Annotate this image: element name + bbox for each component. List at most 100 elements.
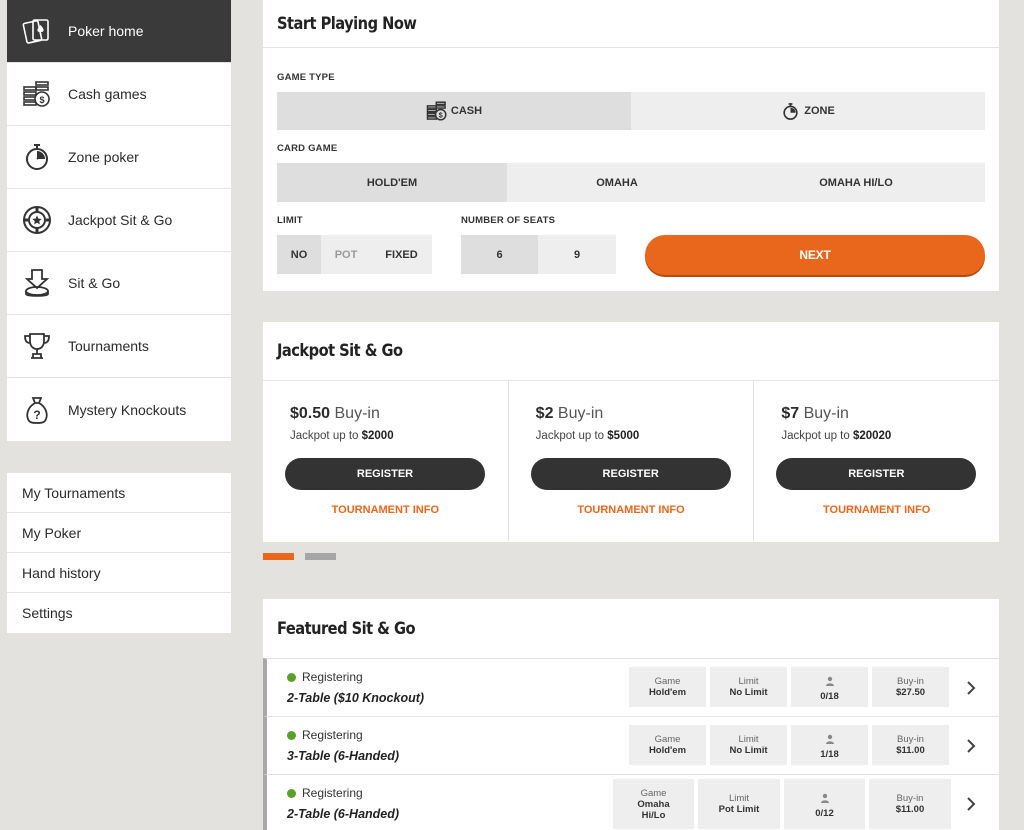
jackpot-amount: Jackpot up to $2000 xyxy=(290,430,394,442)
table-row[interactable]: Registering 2-Table ($10 Knockout) Game H… xyxy=(263,658,999,716)
tournament-info-link[interactable]: TOURNAMENT INFO xyxy=(509,504,754,516)
featured-title: Featured Sit & Go xyxy=(277,618,416,639)
card-game-omaha-hilo[interactable]: OMAHA HI/LO xyxy=(727,163,985,202)
game-type-selector: $ CASH ZONE xyxy=(277,92,985,130)
players-cell: 1/18 xyxy=(791,725,868,765)
limit-label: LIMIT xyxy=(277,215,303,226)
link-my-tournaments[interactable]: My Tournaments xyxy=(7,473,231,513)
seats-label: NUMBER OF SEATS xyxy=(461,215,556,226)
jackpot-card: $0.50 Buy-in Jackpot up to $2000 REGISTE… xyxy=(263,381,509,541)
chevron-right-icon[interactable] xyxy=(965,679,977,697)
game-cell: Game Omaha Hi/Lo xyxy=(613,779,694,829)
card-game-holdem[interactable]: HOLD'EM xyxy=(277,163,507,202)
sidebar-links: My Tournaments My Poker Hand history Set… xyxy=(7,473,231,633)
svg-text:$: $ xyxy=(439,111,443,120)
register-button[interactable]: REGISTER xyxy=(285,458,485,490)
status-badge: Registering xyxy=(287,728,363,742)
limit-pot[interactable]: POT xyxy=(321,235,371,274)
card-game-label: CARD GAME xyxy=(277,143,338,154)
jackpot-card: $2 Buy-in Jackpot up to $5000 REGISTER T… xyxy=(509,381,755,541)
link-my-poker[interactable]: My Poker xyxy=(7,513,231,553)
start-playing-title: Start Playing Now xyxy=(277,13,417,34)
buyin-cell: Buy-in $11.00 xyxy=(872,725,949,765)
poker-cards-icon xyxy=(21,15,53,47)
card-game-omaha[interactable]: OMAHA xyxy=(507,163,727,202)
game-type-zone-label: ZONE xyxy=(804,105,835,117)
stopwatch-icon xyxy=(21,141,53,173)
sidebar-item-zone-poker[interactable]: Zone poker xyxy=(7,126,231,189)
seats-6[interactable]: 6 xyxy=(461,235,538,274)
jackpot-amount: Jackpot up to $20020 xyxy=(781,430,892,442)
seats-9[interactable]: 9 xyxy=(538,235,616,274)
limit-cell: Limit No Limit xyxy=(710,667,787,707)
trophy-icon xyxy=(21,330,53,362)
table-row[interactable]: Registering 3-Table (6-Handed) Game Hold'… xyxy=(263,716,999,774)
table-row[interactable]: Registering 2-Table (6-Handed) Game Omaha… xyxy=(263,774,999,830)
status-dot xyxy=(287,672,296,682)
sidebar-item-poker-home[interactable]: Poker home xyxy=(7,0,231,63)
sidebar-item-label: Tournaments xyxy=(68,338,149,354)
limit-selector: NO POT FIXED xyxy=(277,235,432,274)
tournament-info-link[interactable]: TOURNAMENT INFO xyxy=(754,504,999,516)
card-game-selector: HOLD'EM OMAHA OMAHA HI/LO xyxy=(277,163,985,202)
status-badge: Registering xyxy=(287,786,363,800)
buyin-cell: Buy-in $27.50 xyxy=(872,667,949,707)
game-cell: Game Hold'em xyxy=(629,725,706,765)
sidebar-item-label: Zone poker xyxy=(68,149,139,165)
status-badge: Registering xyxy=(287,670,363,684)
next-button[interactable]: NEXT xyxy=(645,235,985,275)
jackpot-card: $7 Buy-in Jackpot up to $20020 REGISTER … xyxy=(754,381,999,541)
panel-header: Jackpot Sit & Go xyxy=(263,322,999,381)
chip-tray-icon xyxy=(21,267,53,299)
players-cell: 0/12 xyxy=(784,779,865,829)
jackpot-price: $2 Buy-in xyxy=(535,405,604,422)
sidebar-item-label: Mystery Knockouts xyxy=(68,401,187,418)
jackpot-cards: $0.50 Buy-in Jackpot up to $2000 REGISTE… xyxy=(263,381,999,541)
sidebar-item-label: Cash games xyxy=(68,86,147,102)
carousel-dot-active[interactable] xyxy=(263,553,294,560)
game-type-zone[interactable]: ZONE xyxy=(631,92,985,130)
tournament-info-link[interactable]: TOURNAMENT INFO xyxy=(263,504,508,516)
sidebar-item-sit-go[interactable]: Sit & Go xyxy=(7,252,231,315)
featured-panel: Featured Sit & Go Registering 2-Table ($… xyxy=(263,599,999,830)
limit-cell: Limit No Limit xyxy=(710,725,787,765)
link-hand-history[interactable]: Hand history xyxy=(7,553,231,593)
sidebar-item-mystery-knockouts[interactable]: ? Mystery Knockouts xyxy=(7,378,231,441)
sidebar-item-tournaments[interactable]: Tournaments xyxy=(7,315,231,378)
seats-selector: 6 9 xyxy=(461,235,616,274)
chevron-right-icon[interactable] xyxy=(965,795,977,813)
sidebar-item-cash-games[interactable]: $ Cash games xyxy=(7,63,231,126)
chevron-right-icon[interactable] xyxy=(965,737,977,755)
game-cell: Game Hold'em xyxy=(629,667,706,707)
tournament-name: 2-Table ($10 Knockout) xyxy=(287,691,425,705)
carousel-dot[interactable] xyxy=(305,553,336,560)
svg-text:?: ? xyxy=(33,408,40,422)
sidebar-item-label: Sit & Go xyxy=(68,275,121,291)
game-type-cash[interactable]: $ CASH xyxy=(277,92,631,130)
star-chip-icon xyxy=(21,204,53,236)
tournament-name: 2-Table (6-Handed) xyxy=(287,807,400,821)
mystery-bag-icon: ? xyxy=(21,394,53,426)
register-button[interactable]: REGISTER xyxy=(776,458,977,490)
register-button[interactable]: REGISTER xyxy=(530,458,731,490)
sidebar-item-jackpot-sit-go[interactable]: Jackpot Sit & Go xyxy=(7,189,231,252)
stopwatch-icon xyxy=(781,102,800,121)
limit-fixed[interactable]: FIXED xyxy=(371,235,432,274)
sidebar-item-label: Jackpot Sit & Go xyxy=(68,212,173,228)
jackpot-price: $0.50 Buy-in xyxy=(290,405,380,422)
limit-no[interactable]: NO xyxy=(277,235,321,274)
sidebar-item-label: Poker home xyxy=(68,23,144,39)
players-cell: 0/18 xyxy=(791,667,868,707)
link-settings[interactable]: Settings xyxy=(7,593,231,633)
limit-cell: Limit Pot Limit xyxy=(698,779,780,829)
sidebar-nav: Poker home $ Cash games Zone poker Jackp… xyxy=(7,0,231,441)
svg-text:$: $ xyxy=(39,95,44,105)
person-icon xyxy=(825,731,835,749)
status-dot xyxy=(287,788,296,798)
tournament-name: 3-Table (6-Handed) xyxy=(287,749,400,763)
buyin-cell: Buy-in $11.00 xyxy=(869,779,951,829)
jackpot-panel: Jackpot Sit & Go $0.50 Buy-in Jackpot up… xyxy=(263,322,999,542)
person-icon xyxy=(825,673,835,691)
panel-header: Featured Sit & Go xyxy=(263,599,999,658)
game-type-cash-label: CASH xyxy=(450,105,483,117)
